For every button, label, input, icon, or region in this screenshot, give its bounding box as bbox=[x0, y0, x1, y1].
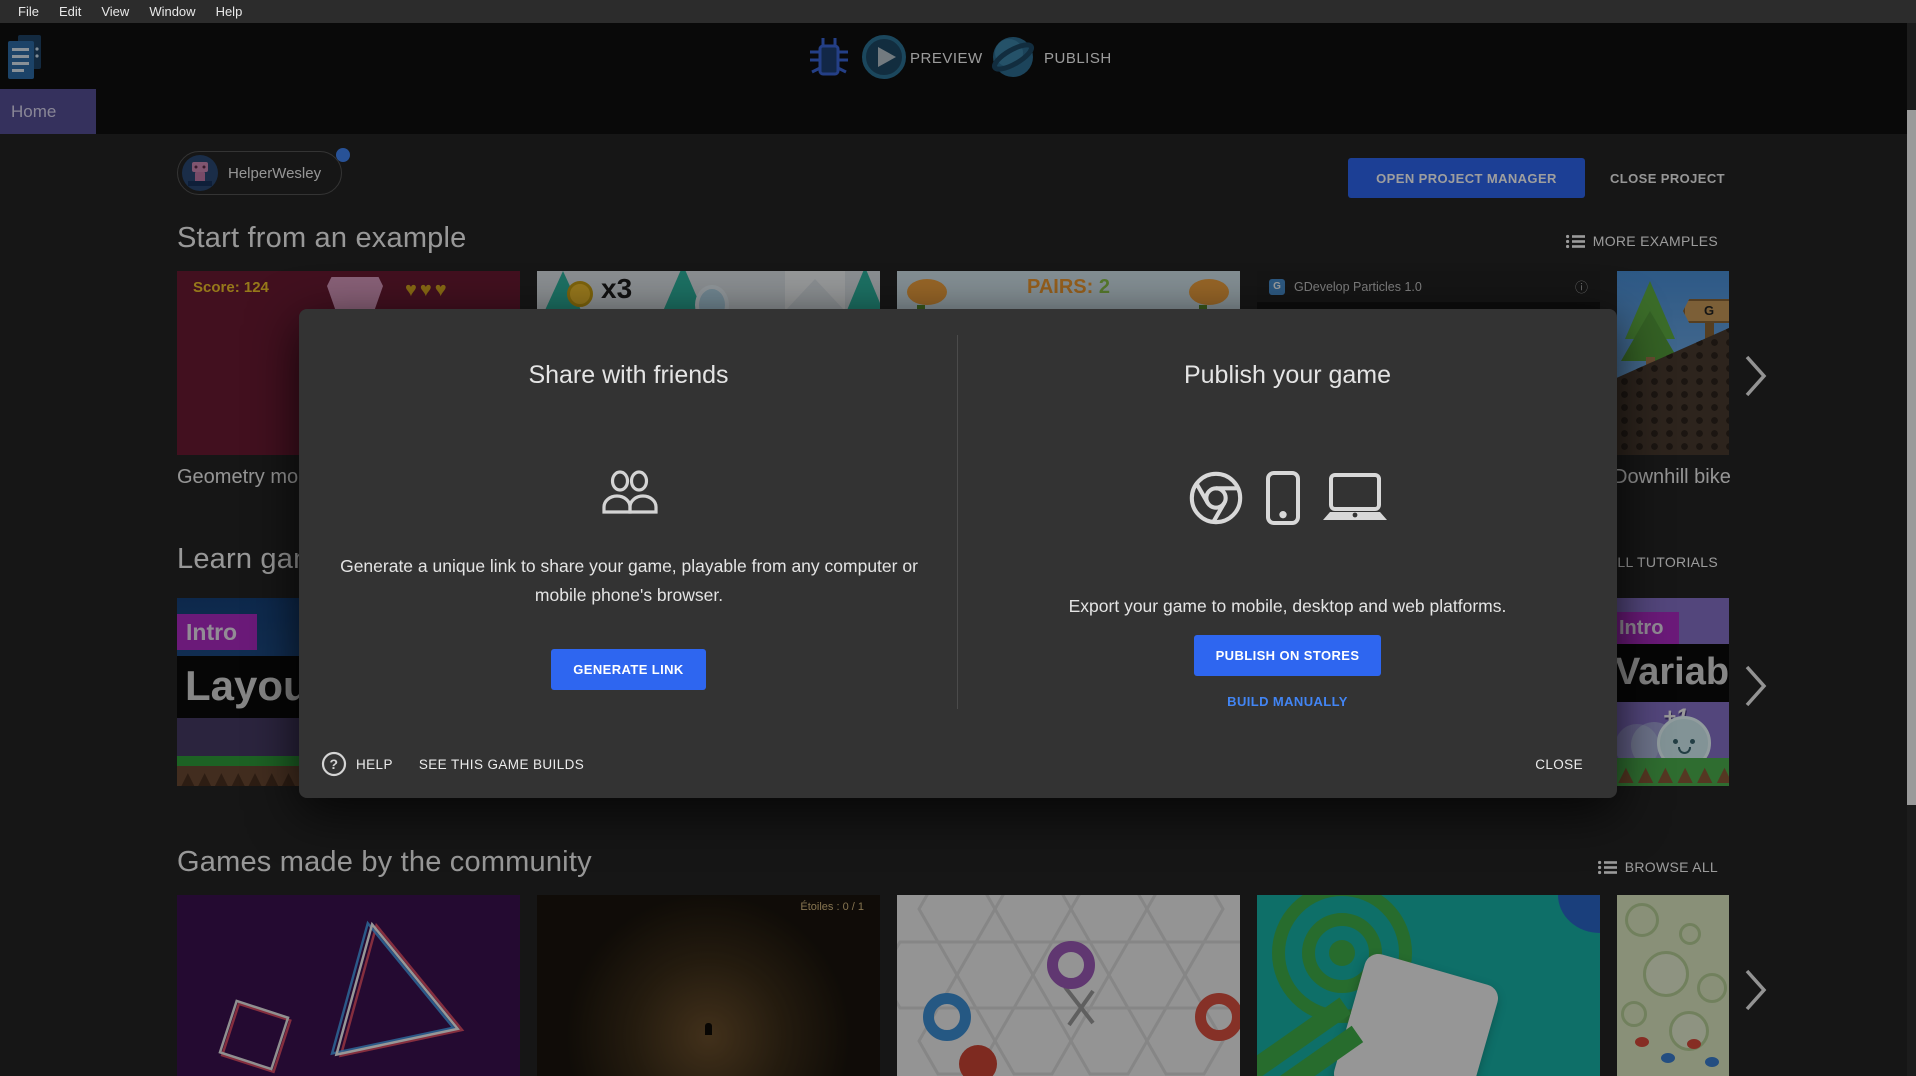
smartphone-icon bbox=[1263, 469, 1303, 527]
people-icon bbox=[599, 469, 659, 515]
menu-file[interactable]: File bbox=[8, 4, 49, 19]
help-question-icon: ? bbox=[321, 751, 347, 777]
see-game-builds-button[interactable]: SEE THIS GAME BUILDS bbox=[413, 756, 590, 773]
publish-description: Export your game to mobile, desktop and … bbox=[958, 592, 1617, 621]
help-label: HELP bbox=[356, 757, 393, 772]
close-label: CLOSE bbox=[1535, 757, 1583, 772]
menu-window[interactable]: Window bbox=[139, 4, 205, 19]
dialog-footer-left: ? HELP SEE THIS GAME BUILDS bbox=[315, 746, 590, 782]
gdevelop-window: File Edit View Window Help bbox=[0, 0, 1916, 1076]
publish-button-row: PUBLISH ON STORES bbox=[958, 635, 1617, 676]
share-title: Share with friends bbox=[299, 361, 958, 390]
help-button[interactable]: ? HELP bbox=[315, 750, 399, 778]
svg-text:?: ? bbox=[330, 756, 339, 772]
see-builds-label: SEE THIS GAME BUILDS bbox=[419, 757, 584, 772]
share-button-row: GENERATE LINK bbox=[299, 649, 958, 690]
build-manually-link[interactable]: BUILD MANUALLY bbox=[1221, 693, 1354, 710]
close-dialog-button[interactable]: CLOSE bbox=[1529, 746, 1589, 782]
share-icon-wrap bbox=[299, 469, 958, 520]
laptop-icon bbox=[1321, 472, 1389, 524]
menu-edit[interactable]: Edit bbox=[49, 4, 91, 19]
manual-link-row: BUILD MANUALLY bbox=[958, 693, 1617, 711]
publish-on-stores-button[interactable]: PUBLISH ON STORES bbox=[1194, 635, 1382, 676]
publish-title: Publish your game bbox=[958, 361, 1617, 390]
generate-link-button[interactable]: GENERATE LINK bbox=[551, 649, 705, 690]
chrome-icon bbox=[1187, 469, 1245, 527]
platform-icons-row bbox=[958, 469, 1617, 527]
menu-bar: File Edit View Window Help bbox=[0, 0, 1916, 23]
menu-view[interactable]: View bbox=[91, 4, 139, 19]
export-dialog: Share with friends Generate a unique lin… bbox=[299, 309, 1617, 798]
menu-help[interactable]: Help bbox=[206, 4, 253, 19]
share-description: Generate a unique link to share your gam… bbox=[334, 552, 924, 610]
scrollbar-thumb[interactable] bbox=[1907, 110, 1916, 805]
